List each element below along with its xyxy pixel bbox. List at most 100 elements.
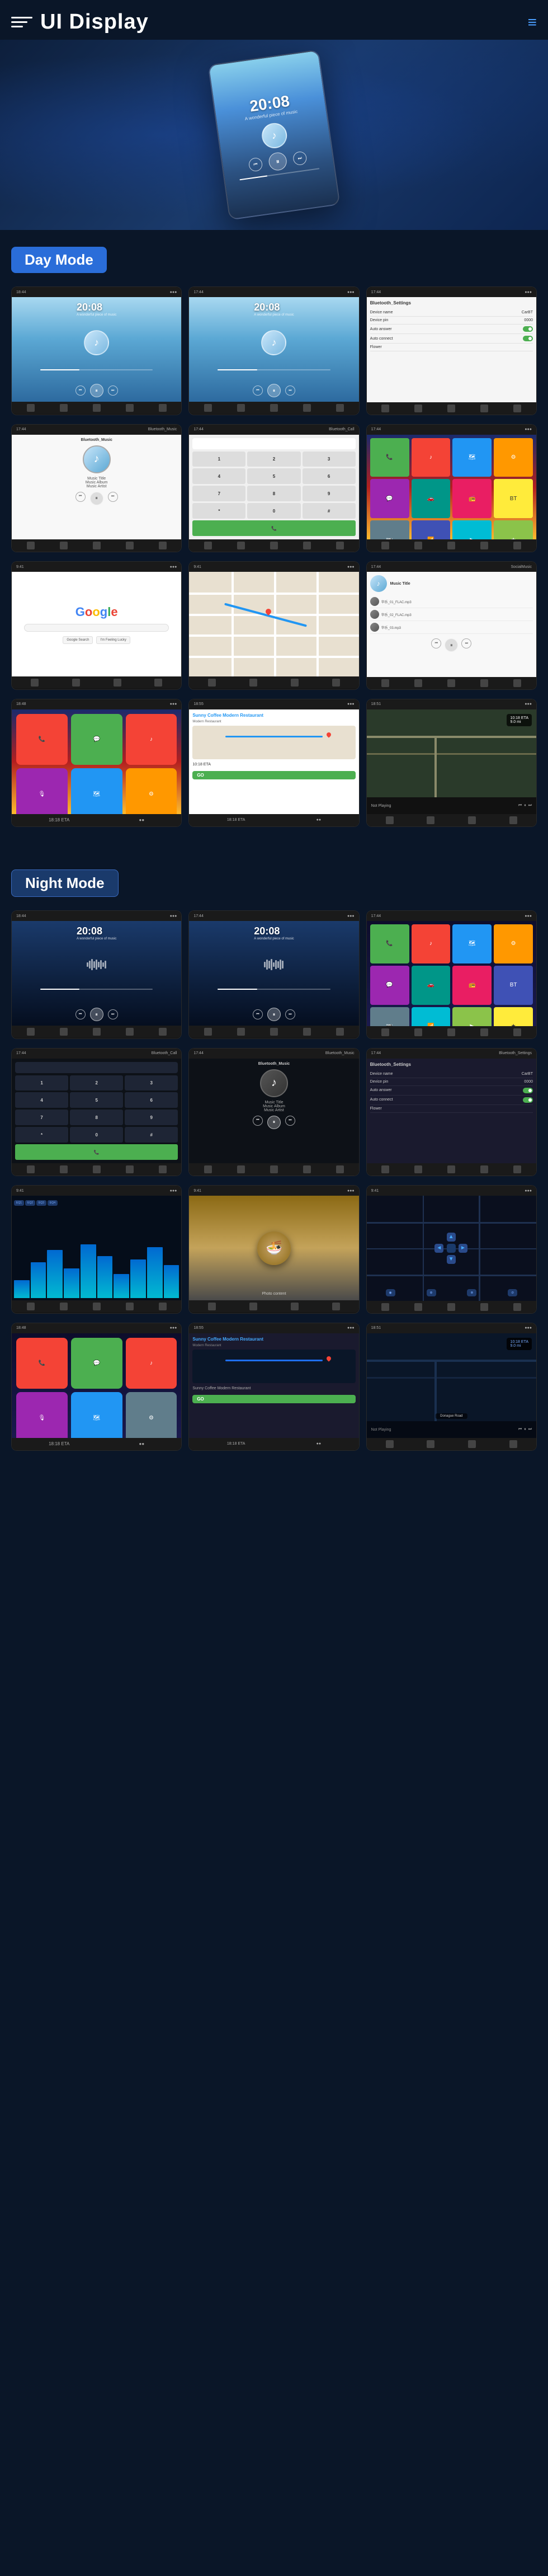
day-bt-row-4[interactable]: Auto connect <box>370 334 533 344</box>
night-app-radio[interactable]: 📻 <box>452 966 492 1005</box>
night-eq-buttons[interactable]: EQ1 EQ2 EQ3 EQ4 <box>14 1200 179 1206</box>
dial-9[interactable]: 9 <box>303 486 356 501</box>
dial-8[interactable]: 8 <box>247 486 300 501</box>
nav-down[interactable]: ▼ <box>447 1255 456 1264</box>
nav-up[interactable]: ▲ <box>447 1233 456 1242</box>
night-dial-hash[interactable]: # <box>125 1127 178 1143</box>
night-auto-connect-toggle[interactable] <box>523 1097 533 1103</box>
day-dir-go-btn[interactable]: GO <box>192 771 355 779</box>
night-dial-6[interactable]: 6 <box>125 1092 178 1108</box>
play-btn[interactable]: ⏸ <box>268 151 288 171</box>
day-auto-connect-toggle[interactable] <box>523 336 533 341</box>
night-bt-row-4[interactable]: Auto connect <box>370 1096 533 1105</box>
night-music-controls-1[interactable]: ⏮ ⏸ ⏭ <box>75 1008 118 1021</box>
night-dial-5[interactable]: 5 <box>70 1092 123 1108</box>
nav-btn-3[interactable]: ⊗ <box>467 1289 476 1296</box>
night-app-msg[interactable]: 💬 <box>370 966 409 1005</box>
nav-arrows[interactable]: ▲ ◄ ► ▼ <box>434 1233 468 1264</box>
night-cp-phone[interactable]: 📞 <box>16 1338 68 1389</box>
night-dial-4[interactable]: 4 <box>15 1092 68 1108</box>
night-bt-play[interactable]: ⏸ <box>267 1116 281 1129</box>
day-bt-play[interactable]: ⏸ <box>90 492 103 505</box>
night-home-icons[interactable]: 📞 ♪ 🗺 ⚙ 💬 🚗 📻 BT 📷 📶 ▶ ★ <box>367 921 536 1026</box>
night-bt-row-3[interactable]: Auto answer <box>370 1086 533 1096</box>
night-play-2[interactable]: ⏸ <box>267 1008 281 1021</box>
night-app-extra[interactable]: ★ <box>494 1007 533 1026</box>
dial-0[interactable]: 0 <box>247 503 300 519</box>
local-next[interactable]: ⏭ <box>461 638 471 648</box>
day-music-controls-2[interactable]: ⏮ ⏸ ⏭ <box>253 384 295 397</box>
night-app-map[interactable]: 🗺 <box>452 924 492 963</box>
nav-btn-1[interactable]: ◉ <box>386 1289 395 1296</box>
night-cp-music[interactable]: ♪ <box>126 1338 177 1389</box>
dial-7[interactable]: 7 <box>192 486 245 501</box>
night-cn-controls[interactable]: ⏮ ⏸ ⏭ <box>518 1427 532 1432</box>
night-cp-msg[interactable]: 💬 <box>71 1338 122 1389</box>
app-phone[interactable]: 📞 <box>370 438 409 477</box>
day-next-1[interactable]: ⏭ <box>108 386 118 396</box>
next-btn[interactable]: ⏭ <box>292 151 308 166</box>
app-extra[interactable]: ★ <box>494 520 533 539</box>
night-dial-8[interactable]: 8 <box>70 1110 123 1125</box>
day-next-2[interactable]: ⏭ <box>285 386 295 396</box>
day-prev-2[interactable]: ⏮ <box>253 386 263 396</box>
google-lucky-btn[interactable]: I'm Feeling Lucky <box>96 636 130 644</box>
night-prev-1[interactable]: ⏮ <box>75 1009 86 1019</box>
night-dial-2[interactable]: 2 <box>70 1075 123 1091</box>
nav-action-btns[interactable]: ◉ ⊕ ⊗ ⊘ <box>367 1289 536 1296</box>
night-next-1[interactable]: ⏭ <box>108 1009 118 1019</box>
dial-call[interactable]: 📞 <box>192 520 355 536</box>
night-dial-0[interactable]: 0 <box>70 1127 123 1143</box>
night-dial-call[interactable]: 📞 <box>15 1144 178 1160</box>
night-app-cam[interactable]: 📷 <box>370 1007 409 1026</box>
night-dial-7[interactable]: 7 <box>15 1110 68 1125</box>
night-app-bt[interactable]: BT <box>494 966 533 1005</box>
night-dir-go-btn[interactable]: GO <box>192 1395 355 1403</box>
prev-btn[interactable]: ⏮ <box>248 157 263 172</box>
dial-5[interactable]: 5 <box>247 468 300 484</box>
dial-3[interactable]: 3 <box>303 452 356 467</box>
nav-right[interactable]: ► <box>459 1244 467 1253</box>
cp-podcast[interactable]: 🎙 <box>16 768 68 814</box>
night-app-media[interactable]: ▶ <box>452 1007 492 1026</box>
day-bt-music-controls[interactable]: ⏮ ⏸ ⏭ <box>75 492 118 505</box>
night-app-music[interactable]: ♪ <box>412 924 451 963</box>
night-bt-music-controls[interactable]: ⏮ ⏸ ⏭ <box>253 1116 295 1129</box>
dial-6[interactable]: 6 <box>303 468 356 484</box>
day-home-icons[interactable]: 📞 ♪ 🗺 ⚙ 💬 🚗 📻 BT 📷 📶 ▶ ★ <box>367 435 536 540</box>
dial-1[interactable]: 1 <box>192 452 245 467</box>
day-prev-1[interactable]: ⏮ <box>75 386 86 396</box>
nav-btn-2[interactable]: ⊕ <box>427 1289 436 1296</box>
day-music-controls-1[interactable]: ⏮ ⏸ ⏭ <box>75 384 118 397</box>
app-radio[interactable]: 📻 <box>452 479 492 518</box>
dial-2[interactable]: 2 <box>247 452 300 467</box>
dial-4[interactable]: 4 <box>192 468 245 484</box>
night-next-2[interactable]: ⏭ <box>285 1009 295 1019</box>
day-cn-map[interactable]: 10:18 ETA 9.0 mi <box>367 709 536 798</box>
nav-icon[interactable]: ≡ <box>528 13 537 31</box>
nav-left[interactable]: ◄ <box>434 1244 443 1253</box>
night-cp-settings[interactable]: ⚙ <box>126 1392 177 1438</box>
night-prev-2[interactable]: ⏮ <box>253 1009 263 1019</box>
night-app-settings[interactable]: ⚙ <box>494 924 533 963</box>
google-search-btn[interactable]: Google Search <box>63 636 93 644</box>
night-auto-answer-toggle[interactable] <box>523 1088 533 1093</box>
local-play[interactable]: ⏸ <box>445 638 458 652</box>
app-media[interactable]: ▶ <box>452 520 492 539</box>
app-settings[interactable]: ⚙ <box>494 438 533 477</box>
app-map[interactable]: 🗺 <box>452 438 492 477</box>
dial-star[interactable]: * <box>192 503 245 519</box>
cp-phone[interactable]: 📞 <box>16 714 68 765</box>
night-app-wifi[interactable]: 📶 <box>412 1007 451 1026</box>
night-cp-map[interactable]: 🗺 <box>71 1392 122 1438</box>
night-dial-star[interactable]: * <box>15 1127 68 1143</box>
cp-map[interactable]: 🗺 <box>71 768 122 814</box>
day-auto-answer-toggle[interactable] <box>523 326 533 332</box>
night-app-car[interactable]: 🚗 <box>412 966 451 1005</box>
day-bt-next[interactable]: ⏭ <box>108 492 118 502</box>
google-search-bar[interactable] <box>24 624 169 632</box>
local-prev[interactable]: ⏮ <box>431 638 441 648</box>
night-carplay-content[interactable]: 📞 💬 ♪ 🎙 🗺 ⚙ <box>12 1333 181 1438</box>
day-bt-row-3[interactable]: Auto answer <box>370 325 533 334</box>
night-bt-prev[interactable]: ⏮ <box>253 1116 263 1126</box>
